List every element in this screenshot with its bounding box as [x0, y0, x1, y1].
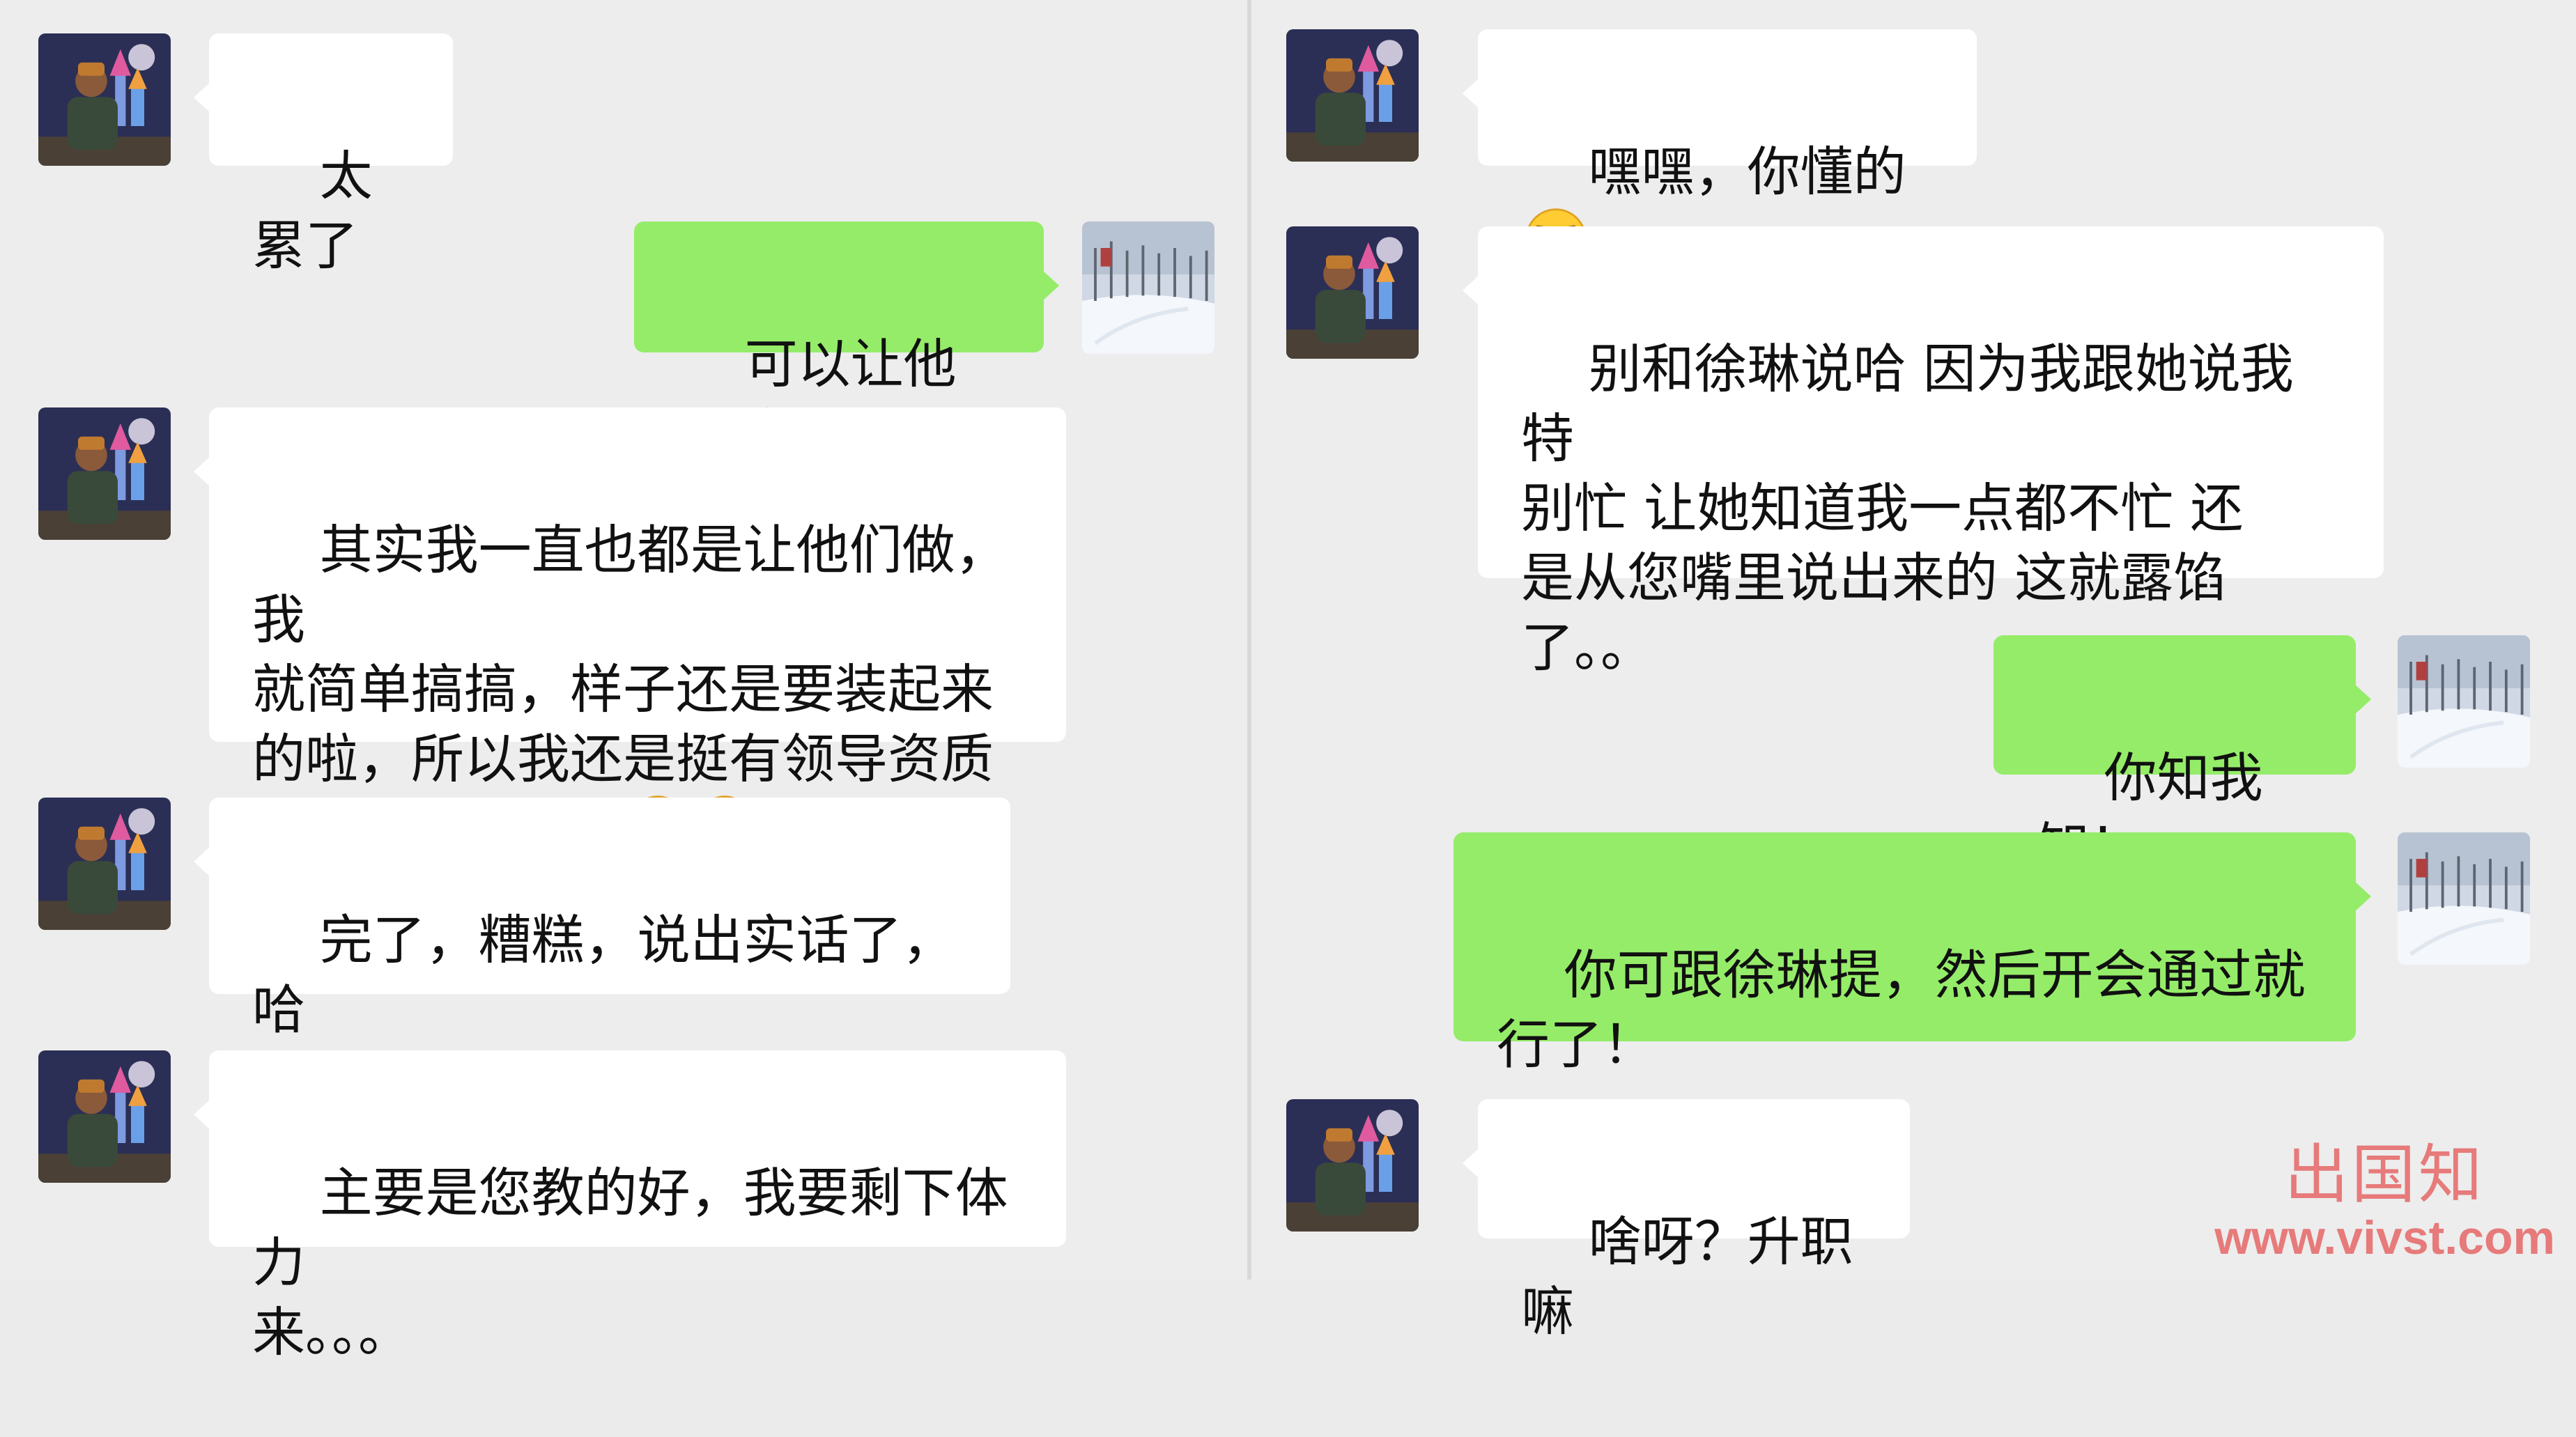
castle-avatar-icon — [38, 33, 171, 166]
snow-avatar-icon — [2398, 635, 2530, 768]
self-avatar[interactable] — [1082, 222, 1214, 354]
site-watermark: 出国知 www.vivst.com — [2214, 1140, 2555, 1266]
watermark-url: www.vivst.com — [2214, 1211, 2555, 1264]
message-bubble-incoming[interactable]: 完了，糟糕，说出实话了，哈 哈，我想您也不会怪我的哈！ — [194, 798, 1010, 1110]
contact-avatar[interactable] — [1286, 29, 1419, 162]
message-text: 别和徐琳说哈 因为我跟她说我特 别忙 让她知道我一点都不忙 还 是从您嘴里说出来… — [1521, 338, 2294, 678]
message-bubble-incoming[interactable]: 嘿嘿，你懂的 — [1463, 29, 1977, 270]
message-bubble-incoming[interactable]: 啥呀？升职嘛 — [1463, 1099, 1910, 1342]
contact-avatar[interactable] — [1286, 226, 1419, 359]
contact-avatar[interactable] — [38, 407, 171, 540]
castle-avatar-icon — [38, 1050, 171, 1183]
message-text: 啥呀？升职嘛 — [1521, 1211, 1853, 1342]
chat-panel-right: 嘿嘿，你懂的 别和徐琳说哈 因为我跟她说我特 别忙 让她知道我一点都不忙 还 是… — [1247, 0, 2576, 1342]
message-bubble-incoming[interactable]: 主要是您教的好，我要剩下体力 来。。。 — [194, 1050, 1066, 1363]
castle-avatar-icon — [1286, 1099, 1419, 1232]
contact-avatar[interactable] — [1286, 1099, 1419, 1232]
message-bubble-incoming[interactable]: 别和徐琳说哈 因为我跟她说我特 别忙 让她知道我一点都不忙 还 是从您嘴里说出来… — [1463, 226, 2384, 678]
contact-avatar[interactable] — [38, 33, 171, 166]
message-text: 嘿嘿，你懂的 — [1588, 141, 1906, 203]
self-avatar[interactable] — [2398, 635, 2530, 768]
message-bubble-outgoing[interactable]: 你可跟徐琳提，然后开会通过就 行了！ — [1453, 832, 2371, 1075]
self-avatar[interactable] — [2398, 832, 2530, 965]
snow-avatar-icon — [2398, 832, 2530, 965]
contact-avatar[interactable] — [38, 798, 171, 930]
snow-avatar-icon — [1082, 222, 1214, 354]
message-text: 你可跟徐琳提，然后开会通过就 行了！ — [1497, 944, 2306, 1075]
castle-avatar-icon — [38, 798, 171, 930]
message-bubble-outgoing[interactable]: 你知我知！ — [1993, 635, 2371, 878]
castle-avatar-icon — [1286, 226, 1419, 359]
watermark-logo: 出国知 — [2284, 1140, 2485, 1211]
contact-avatar[interactable] — [38, 1050, 171, 1183]
castle-avatar-icon — [1286, 29, 1419, 162]
message-text: 太累了 — [252, 145, 373, 277]
message-text: 主要是您教的好，我要剩下体力 来。。。 — [252, 1162, 1008, 1363]
castle-avatar-icon — [38, 407, 171, 540]
message-bubble-incoming[interactable]: 其实我一直也都是让他们做，我 就简单搞搞，样子还是要装起来 的啦，所以我还是挺有… — [194, 407, 1066, 861]
message-bubble-outgoing[interactable]: 可以让他们做 — [634, 222, 1059, 465]
chat-panel-left: 太累了 可以让他们做 其实我一直也都是让他们做，我 就简单搞搞，样子还是要装起来… — [0, 0, 1247, 1363]
message-bubble-incoming[interactable]: 太累了 — [194, 33, 453, 277]
